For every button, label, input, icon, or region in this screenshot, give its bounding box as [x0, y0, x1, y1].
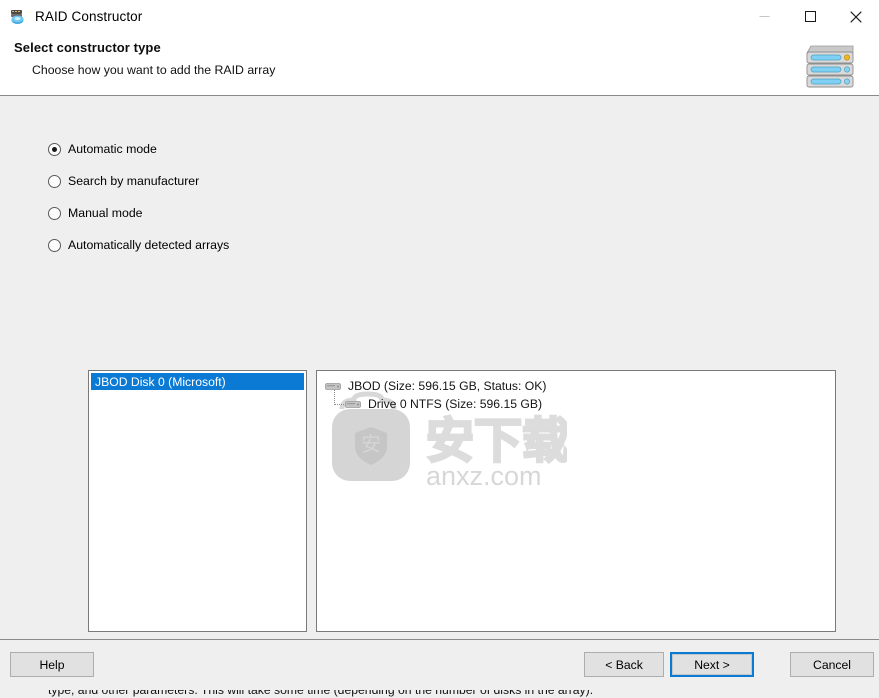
- radio-manual-mode[interactable]: Manual mode: [48, 205, 229, 221]
- page-subtitle: Choose how you want to add the RAID arra…: [32, 63, 276, 77]
- drive-icon: [345, 398, 361, 411]
- raid-constructor-icon: [9, 8, 27, 26]
- radio-indicator: [48, 238, 61, 252]
- title-bar: RAID Constructor: [0, 0, 879, 33]
- watermark-shield-char: 安: [361, 432, 381, 456]
- back-button[interactable]: < Back: [584, 652, 664, 677]
- array-tree: JBOD (Size: 596.15 GB, Status: OK) Drive…: [317, 371, 835, 413]
- cancel-button[interactable]: Cancel: [790, 652, 874, 677]
- tree-node-jbod[interactable]: JBOD (Size: 596.15 GB, Status: OK): [317, 377, 835, 395]
- tree-node-drive-0[interactable]: Drive 0 NTFS (Size: 596.15 GB): [317, 395, 835, 413]
- constructor-type-options: Automatic mode Search by manufacturer Ma…: [48, 141, 229, 269]
- radio-label: Search by manufacturer: [68, 174, 200, 188]
- radio-automatic-mode[interactable]: Automatic mode: [48, 141, 229, 157]
- radio-search-by-manufacturer[interactable]: Search by manufacturer: [48, 173, 229, 189]
- radio-indicator: [48, 206, 61, 220]
- tree-node-label: Drive 0 NTFS (Size: 596.15 GB): [368, 397, 543, 411]
- radio-label: Automatically detected arrays: [68, 238, 230, 252]
- watermark-cn-text: 安下载: [426, 413, 567, 469]
- minimize-button[interactable]: [741, 0, 787, 33]
- disk-array-stack-icon: [803, 41, 857, 89]
- disk-list-box[interactable]: JBOD Disk 0 (Microsoft): [88, 370, 307, 632]
- next-button[interactable]: Next >: [670, 652, 754, 677]
- page-title: Select constructor type: [14, 40, 161, 55]
- radio-indicator: [48, 142, 61, 156]
- footer-bar: Help < Back Next > Cancel: [0, 639, 879, 690]
- list-item[interactable]: JBOD Disk 0 (Microsoft): [91, 373, 304, 390]
- tree-node-label: JBOD (Size: 596.15 GB, Status: OK): [348, 379, 547, 393]
- wizard-body: Automatic mode Search by manufacturer Ma…: [0, 96, 879, 697]
- radio-automatically-detected-arrays[interactable]: Automatically detected arrays: [48, 237, 229, 253]
- wizard-header: Select constructor type Choose how you w…: [0, 33, 879, 96]
- array-structure-panel[interactable]: 安 安下载 anxz.com JBOD (Size: 596.15 GB, St…: [316, 370, 836, 632]
- watermark-domain: anxz.com: [426, 461, 542, 491]
- drive-icon: [325, 380, 341, 393]
- radio-indicator: [48, 174, 61, 188]
- radio-label: Automatic mode: [68, 142, 157, 156]
- close-button[interactable]: [833, 0, 879, 33]
- window-controls: [741, 0, 879, 33]
- maximize-button[interactable]: [787, 0, 833, 33]
- help-button[interactable]: Help: [10, 652, 94, 677]
- radio-label: Manual mode: [68, 206, 143, 220]
- window-title: RAID Constructor: [35, 9, 143, 24]
